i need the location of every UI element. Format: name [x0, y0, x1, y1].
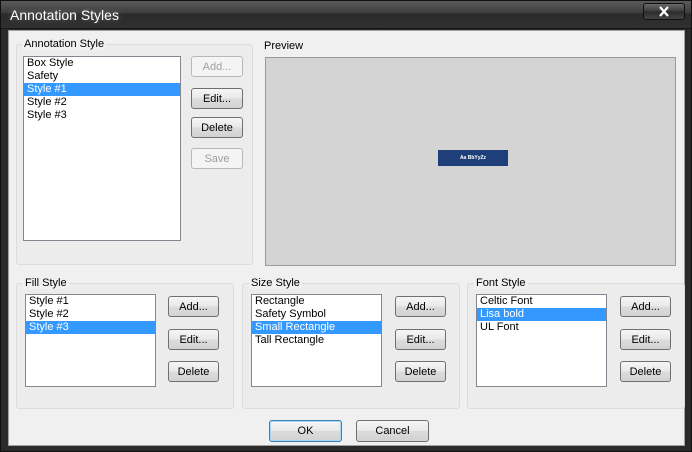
list-item[interactable]: Safety [24, 70, 180, 83]
close-icon [659, 6, 669, 17]
list-item[interactable]: Style #2 [26, 308, 155, 321]
fill-edit-button[interactable]: Edit... [168, 329, 219, 350]
list-item[interactable]: Lisa bold [477, 308, 606, 321]
fill-delete-button[interactable]: Delete [168, 361, 219, 382]
font-style-label: Font Style [474, 277, 528, 289]
fill-style-list[interactable]: Style #1 Style #2 Style #3 [25, 294, 156, 387]
dialog-body: Annotation Style Box Style Safety Style #1… [8, 30, 685, 446]
list-item[interactable]: Small Rectangle [252, 321, 381, 334]
cancel-button[interactable]: Cancel [356, 420, 429, 442]
size-delete-button[interactable]: Delete [395, 361, 446, 382]
preview-sample: Aa BbYyZz [438, 150, 508, 166]
list-item[interactable]: Safety Symbol [252, 308, 381, 321]
list-item[interactable]: Box Style [24, 57, 180, 70]
list-item[interactable]: Style #1 [24, 83, 180, 96]
list-item[interactable]: Rectangle [252, 295, 381, 308]
list-item[interactable]: Style #1 [26, 295, 155, 308]
annotation-style-label: Annotation Style [22, 38, 107, 50]
size-add-button[interactable]: Add... [395, 296, 446, 317]
font-add-button[interactable]: Add... [620, 296, 671, 317]
fill-add-button[interactable]: Add... [168, 296, 219, 317]
annotation-add-button[interactable]: Add... [191, 56, 243, 77]
list-item[interactable]: Style #3 [26, 321, 155, 334]
list-item[interactable]: Celtic Font [477, 295, 606, 308]
close-button[interactable] [643, 3, 685, 20]
fill-style-label: Fill Style [23, 277, 69, 289]
preview-panel: Aa BbYyZz [265, 57, 676, 266]
annotation-style-list[interactable]: Box Style Safety Style #1 Style #2 Style #3 [23, 56, 181, 241]
list-item[interactable]: Style #2 [24, 96, 180, 109]
font-edit-button[interactable]: Edit... [620, 329, 671, 350]
window-title: Annotation Styles [10, 7, 119, 23]
list-item[interactable]: Tall Rectangle [252, 334, 381, 347]
list-item[interactable]: UL Font [477, 321, 606, 334]
size-style-label: Size Style [249, 277, 302, 289]
font-delete-button[interactable]: Delete [620, 361, 671, 382]
preview-label: Preview [264, 40, 304, 52]
annotation-save-button[interactable]: Save [191, 148, 243, 169]
annotation-styles-dialog: Annotation Styles Annotation Style Box S… [0, 0, 692, 452]
font-style-list[interactable]: Celtic Font Lisa bold UL Font [476, 294, 607, 387]
ok-button[interactable]: OK [269, 420, 342, 442]
size-edit-button[interactable]: Edit... [395, 329, 446, 350]
annotation-delete-button[interactable]: Delete [191, 117, 243, 138]
title-bar[interactable]: Annotation Styles [1, 1, 691, 29]
list-item[interactable]: Style #3 [24, 109, 180, 122]
size-style-list[interactable]: Rectangle Safety Symbol Small Rectangle Tal… [251, 294, 382, 387]
annotation-edit-button[interactable]: Edit... [191, 88, 243, 109]
